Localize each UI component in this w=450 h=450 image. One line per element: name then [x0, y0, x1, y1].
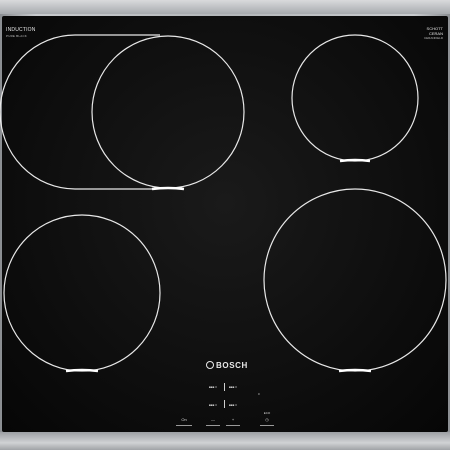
top-right-zone-ring: [291, 34, 419, 162]
control-divider-bottom: [224, 400, 225, 408]
flex-zone-right-ring: [91, 35, 245, 189]
brand-name: BOSCH: [216, 361, 248, 370]
timer-button[interactable]: ◷: [260, 417, 274, 422]
plus-button-underline: [226, 425, 240, 426]
ceran-sublabel: CERANFIELD: [423, 36, 443, 40]
control-divider-top: [224, 383, 225, 391]
flex-zone-left-outline: [0, 34, 160, 190]
power-button-underline: [176, 425, 192, 426]
zone-select-bottom-left[interactable]: ■■■ II: [209, 403, 217, 407]
minus-button-underline: [206, 425, 220, 426]
cooking-zones: [0, 34, 447, 373]
flex-zone-indicator: [151, 186, 185, 191]
timer-button-underline: [260, 425, 274, 426]
timer-sublabel: ECO: [263, 411, 271, 415]
induction-sublabel: PURE BLACK: [6, 34, 28, 38]
bottom-left-zone-ring: [3, 214, 161, 372]
zone-select-top-left[interactable]: ■■■ II: [209, 385, 217, 389]
zone-select-bottom-right[interactable]: ■■■ II: [229, 403, 237, 407]
minus-button[interactable]: —: [206, 417, 220, 422]
zone-select-top-right[interactable]: ■■■ II: [229, 385, 237, 389]
bottom-left-zone-indicator: [65, 368, 99, 373]
bottom-right-zone-indicator: [338, 368, 372, 373]
induction-label: INDUCTION PURE BLACK: [6, 27, 36, 39]
top-right-zone-indicator: [339, 158, 371, 163]
schott-ceran-label: SCHOTT CERAN CERANFIELD: [424, 26, 443, 41]
bottom-right-zone-ring: [263, 188, 447, 372]
plus-button[interactable]: +: [226, 417, 240, 422]
side-indicator: 0: [258, 392, 260, 396]
power-button[interactable]: On: [176, 417, 192, 422]
